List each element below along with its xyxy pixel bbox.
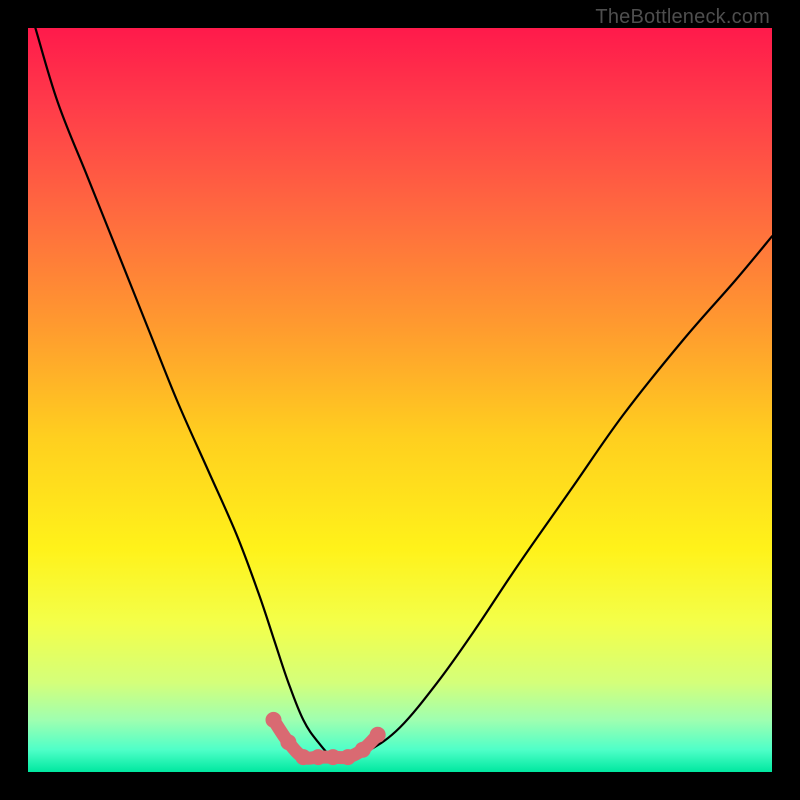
bottleneck-curve [35, 28, 772, 759]
watermark-text: TheBottleneck.com [595, 6, 770, 29]
chart-overlay [28, 28, 772, 772]
outer-frame: TheBottleneck.com [0, 0, 800, 800]
plot-area [28, 28, 772, 772]
optimal-flat-region [266, 712, 386, 765]
